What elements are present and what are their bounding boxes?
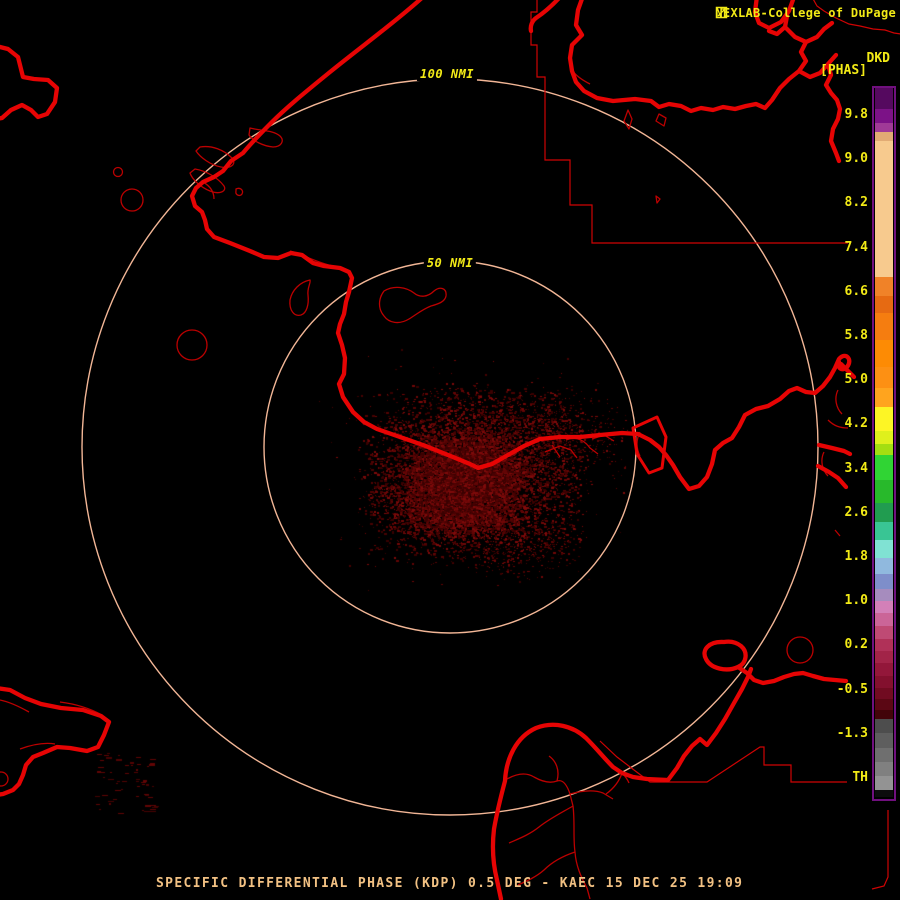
small-lake-circle [0,771,9,787]
coastlines-thick [0,0,857,900]
scale-tick-label: 1.0 [844,593,868,609]
southwest-peninsula [0,686,112,797]
scale-tick-label: 9.0 [844,151,868,167]
cod-logo-icon [716,6,728,19]
outer-ring-label: 100 NMI [416,67,478,81]
south-lake-outline [490,666,754,900]
island-outlines [189,127,283,197]
scale-tick-label: 2.6 [844,504,868,520]
product-caption: SPECIFIC DIFFERENTIAL PHASE (KDP) 0.5 DE… [156,876,744,891]
map-overlay-svg [0,0,900,900]
scale-tick-label: -1.3 [836,725,868,741]
colorbar-border [872,86,896,801]
brand: NEXLAB-College of DuPage [715,6,896,20]
southeast-lake-and-coast [702,639,849,686]
scale-tick-label: 9.8 [844,107,868,122]
scale-tick-label: 0.2 [844,637,868,653]
northwest-island [0,44,60,121]
scale-tick-label: TH [852,770,868,785]
shoreline-double-lines [0,69,591,750]
small-lake-circle [176,329,208,361]
coastline-details-thin [0,69,849,900]
scale-tick-label: 4.2 [844,416,868,432]
brand-text: NEXLAB-College of DuPage [715,6,896,20]
small-map-fragments [623,109,849,537]
scale-tick-label: 6.6 [844,283,868,299]
scale-tick-label: 1.8 [844,549,868,564]
scale-tick-label: 5.8 [844,328,868,343]
main-coastline [189,0,857,492]
northeast-river-network [752,0,843,164]
radar-display: 100 NMI 50 NMI NEXLAB-College of DuPage … [0,0,900,900]
product-unit-label: [PHAS] [820,63,867,78]
inner-ring-label: 50 NMI [423,256,477,270]
scale-tick-label: 7.4 [844,239,868,255]
scale-tick-label: -0.5 [836,681,868,697]
product-code-label: DKD [866,51,890,66]
small-lake-circle [786,636,814,664]
scale-tick-label: 3.4 [844,460,868,476]
small-lake-circle [112,166,124,178]
scale-tick-label: 8.2 [844,195,868,211]
bay-loop [289,279,311,316]
inland-lake-outline [378,286,447,324]
small-lake-circle [120,188,144,212]
scale-tick-label: 5.0 [844,372,868,388]
kite-island [631,415,668,475]
